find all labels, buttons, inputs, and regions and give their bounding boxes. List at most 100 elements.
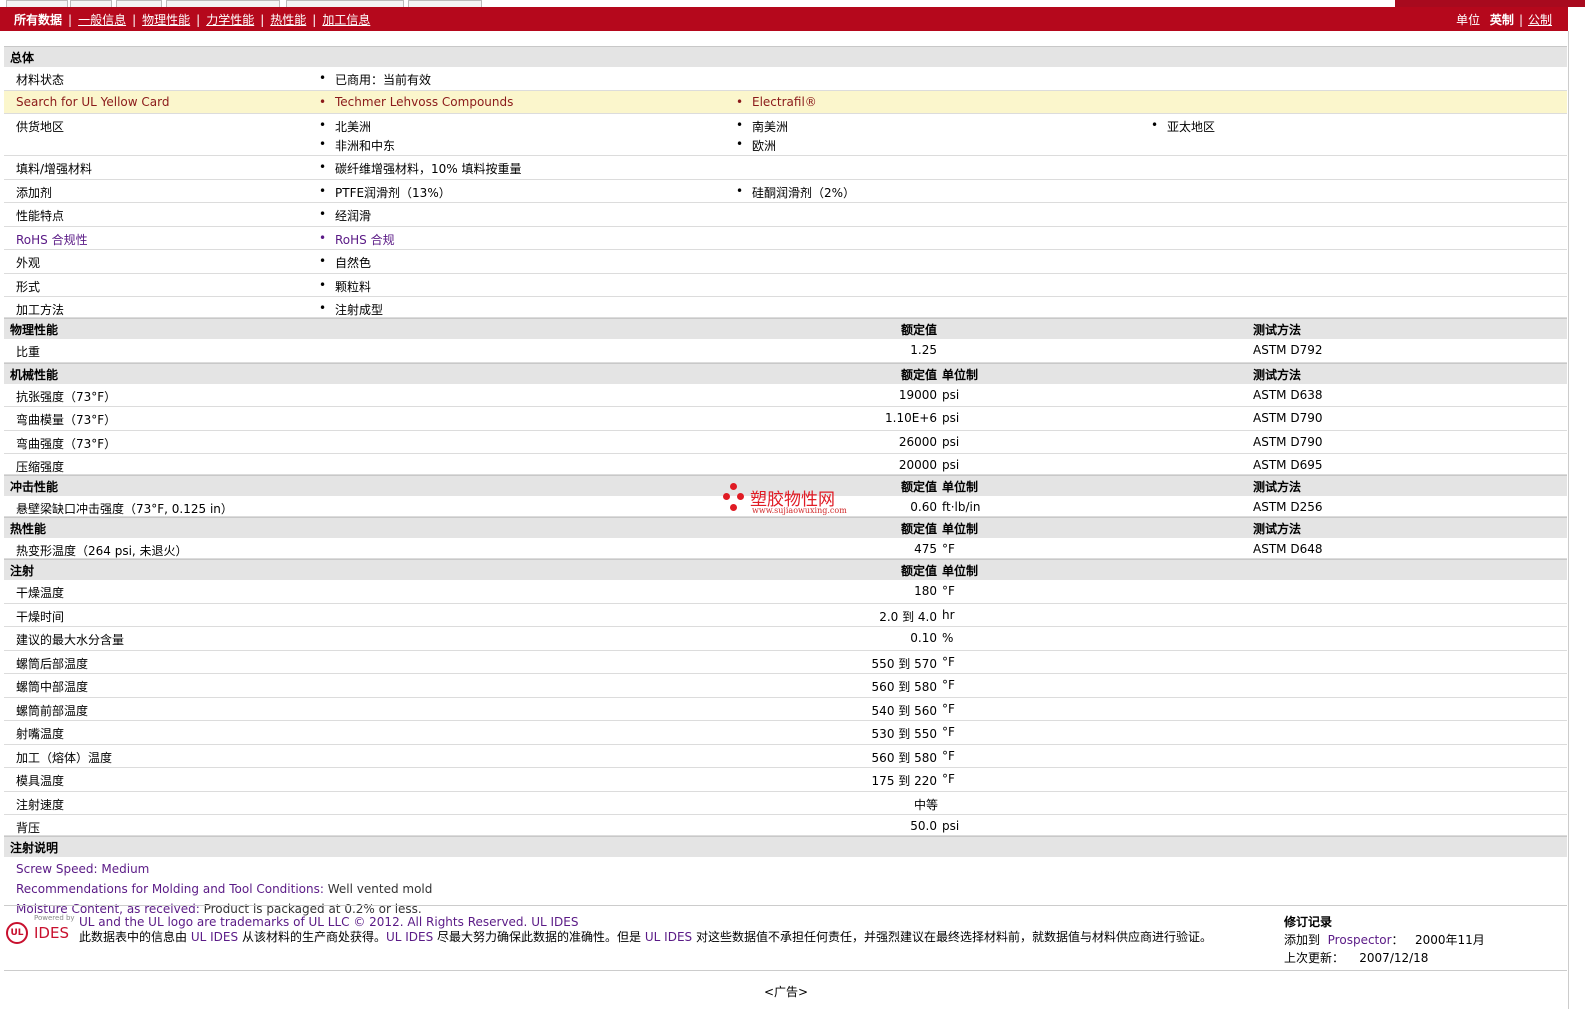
row-label: 建议的最大水分含量 — [16, 633, 125, 647]
col-header-unit: 单位制 — [942, 367, 979, 382]
disclaimer-text: 此数据表中的信息由 UL IDES 从该材料的生产商处获得。UL IDES 尽最… — [79, 930, 1264, 945]
yellow-card-link[interactable]: Search for UL Yellow Card — [16, 95, 169, 109]
tab-strip — [0, 0, 1585, 8]
section-title: 冲击性能 — [10, 480, 59, 494]
section-title: 总体 — [10, 51, 35, 65]
row-filler: 填料/增强材料 碳纤维增强材料，10% 填料按重量 — [4, 156, 1567, 180]
row-method: ASTM D256 — [1253, 500, 1323, 514]
row-unit: °F — [942, 542, 955, 556]
updated-label: 上次更新： — [1284, 951, 1345, 965]
col-header-value: 额定值 — [900, 564, 937, 578]
row-label: 添加剂 — [16, 185, 53, 200]
unit-metric[interactable]: 公制 — [1528, 13, 1552, 27]
row-value: 中等 — [913, 797, 938, 812]
row-value: 180 — [914, 584, 937, 598]
col-header-value: 额定值 — [900, 522, 937, 536]
prospector-link[interactable]: Prospector — [1328, 933, 1392, 947]
col-header-unit: 单位制 — [942, 522, 979, 536]
row-label: 加工方法 — [16, 303, 65, 317]
row-label: 抗张强度（73°F） — [16, 389, 117, 404]
col-header-unit: 单位制 — [942, 564, 979, 578]
section-header-mechanical: 机械性能 额定值 单位制 测试方法 — [4, 362, 1567, 384]
row-value: 自然色 — [319, 254, 371, 271]
note-line: Recommendations for Molding and Tool Con… — [16, 882, 432, 896]
row-value: 0.60 — [910, 500, 937, 514]
product-link[interactable]: Electrafil® — [736, 95, 817, 109]
updated-date: 2007/12/18 — [1359, 951, 1429, 965]
rohs-link[interactable]: RoHS 合规性 — [16, 231, 88, 248]
note-key: Recommendations for Molding and Tool Con… — [16, 882, 324, 896]
row-label: 干燥时间 — [16, 609, 65, 624]
row-label: 模具温度 — [16, 774, 65, 788]
nav-thermal[interactable]: 热性能 — [270, 13, 306, 27]
row-specific-gravity: 比重 1.25 ASTM D792 — [4, 339, 1567, 363]
row-features: 性能特点 经润滑 — [4, 203, 1567, 227]
logo-powered-text: Powered by — [34, 914, 75, 922]
row-tensile-strength: 抗张强度（73°F） 19000 psi ASTM D638 — [4, 384, 1567, 407]
row-method: ASTM D695 — [1253, 458, 1323, 472]
rohs-value-link[interactable]: RoHS 合规 — [319, 231, 395, 248]
row-method: ASTM D792 — [1253, 343, 1323, 357]
row-label: 弯曲强度（73°F） — [16, 436, 117, 451]
row-value: 550 到 570 — [871, 656, 937, 671]
row-label: 性能特点 — [16, 209, 65, 223]
note-value: Well vented mold — [327, 882, 433, 896]
disclaimer-part: 从该材料的生产商处获得。 — [241, 930, 386, 944]
units-label: 单位 — [1456, 13, 1481, 27]
col-header-method: 测试方法 — [1253, 522, 1302, 536]
nav-mechanical[interactable]: 力学性能 — [206, 13, 254, 27]
row-unit: °F — [942, 748, 955, 763]
row-value: 19000 — [898, 387, 937, 402]
revision-history: 修订记录 添加到 Prospector： 2000年11月 上次更新： 2007… — [1284, 913, 1485, 966]
section-title: 注射说明 — [10, 841, 59, 855]
row-value: 475 — [914, 542, 937, 556]
row-label: 外观 — [16, 256, 41, 270]
row-unit: °F — [942, 725, 955, 739]
unit-english[interactable]: 英制 — [1490, 13, 1514, 27]
row-value: 经润滑 — [319, 207, 371, 224]
row-back-pressure: 背压 50.0 psi — [4, 815, 1567, 836]
row-value: 注射成型 — [319, 301, 383, 318]
row-value: 0.10 — [910, 631, 937, 645]
col-header-value: 额定值 — [900, 367, 937, 382]
row-value: 530 到 550 — [871, 727, 937, 741]
row-label: 热变形温度（264 psi, 未退火） — [16, 544, 188, 558]
ul-ides-link[interactable]: UL IDES — [645, 930, 692, 944]
row-unit: psi — [942, 411, 960, 425]
ides-logo-text: IDES — [34, 924, 69, 942]
row-unit: °F — [942, 678, 955, 692]
row-heat-deflection: 热变形温度（264 psi, 未退火） 475 °F ASTM D648 — [4, 538, 1567, 559]
row-value: 颗粒料 — [319, 278, 371, 295]
col-header-value: 额定值 — [900, 323, 937, 337]
row-label: 压缩强度 — [16, 460, 65, 474]
ul-ides-link[interactable]: UL IDES — [386, 930, 433, 944]
row-unit: ft·lb/in — [942, 500, 981, 514]
row-value: 亚太地区 — [1151, 118, 1215, 135]
row-unit: hr — [942, 607, 955, 622]
row-supply-region: 供货地区 北美洲 南美洲 亚太地区 非洲和中东 欧洲 — [4, 114, 1567, 156]
row-processing-method: 加工方法 注射成型 — [4, 297, 1567, 318]
row-max-moisture: 建议的最大水分含量 0.10 % — [4, 627, 1567, 651]
row-unit: °F — [942, 584, 955, 598]
nav-processing[interactable]: 加工信息 — [322, 13, 370, 27]
row-label: 螺筒后部温度 — [16, 656, 89, 671]
row-compressive-strength: 压缩强度 20000 psi ASTM D695 — [4, 454, 1567, 475]
row-value: 175 到 220 — [871, 774, 937, 788]
nav-general[interactable]: 一般信息 — [78, 13, 126, 27]
supplier-link[interactable]: Techmer Lehvoss Compounds — [319, 95, 513, 109]
row-value: 50.0 — [910, 819, 937, 833]
row-value: 北美洲 — [319, 118, 371, 135]
row-method: ASTM D790 — [1253, 434, 1323, 449]
row-front-temp: 螺筒前部温度 540 到 560 °F — [4, 698, 1567, 721]
ul-ides-link[interactable]: UL IDES — [191, 930, 238, 944]
ul-ides-link[interactable]: UL IDES — [531, 915, 578, 929]
nav-all-data[interactable]: 所有数据 — [14, 13, 62, 27]
tab-strip-dark — [1395, 0, 1585, 7]
row-flexural-strength: 弯曲强度（73°F） 26000 psi ASTM D790 — [4, 431, 1567, 454]
note-line: Screw Speed: Medium — [16, 862, 149, 876]
page-scrollbar[interactable] — [1568, 31, 1585, 1009]
row-label: 螺筒前部温度 — [16, 703, 89, 718]
nav-physical[interactable]: 物理性能 — [142, 13, 190, 27]
section-header-injection: 注射 额定值 单位制 — [4, 559, 1567, 580]
section-header-physical: 物理性能 额定值 测试方法 — [4, 318, 1567, 339]
